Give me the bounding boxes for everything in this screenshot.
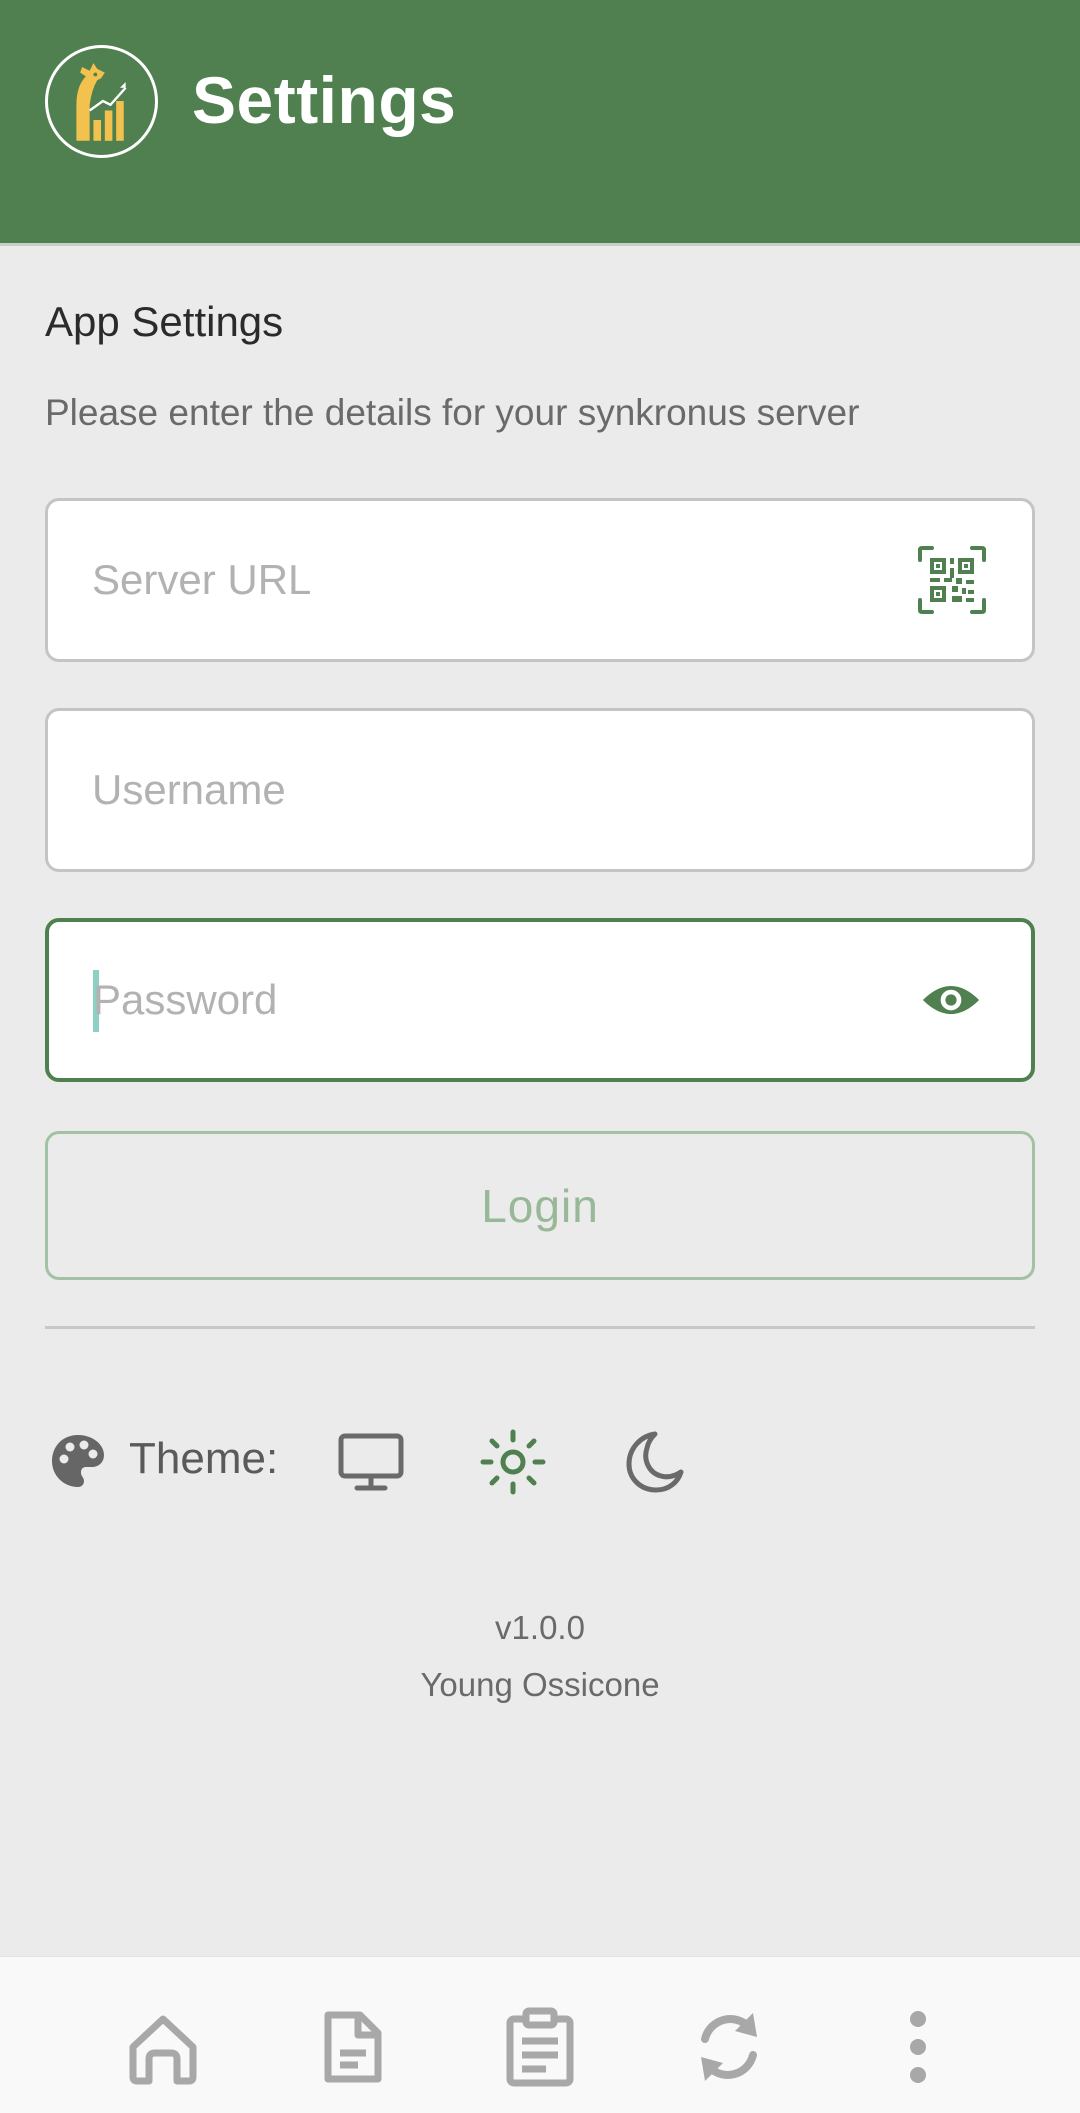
- divider: [45, 1326, 1035, 1329]
- settings-screen: Settings App Settings Please enter the d…: [0, 0, 1080, 2113]
- nav-clipboard-icon[interactable]: [498, 2005, 582, 2089]
- palette-icon: [52, 1435, 104, 1487]
- bottom-navigation: [0, 1956, 1080, 2113]
- login-button[interactable]: Login: [45, 1131, 1035, 1280]
- giraffe-chart-logo-icon: [45, 45, 158, 158]
- theme-selector: Theme:: [45, 1422, 1035, 1502]
- nav-home-icon[interactable]: [121, 2005, 205, 2089]
- theme-system-monitor-icon[interactable]: [333, 1424, 409, 1500]
- password-field-container: [45, 918, 1035, 1082]
- release-name: Young Ossicone: [420, 1666, 660, 1703]
- qr-code-icon[interactable]: [916, 544, 988, 616]
- section-title: App Settings: [45, 298, 284, 345]
- theme-dark-moon-icon[interactable]: [615, 1424, 691, 1500]
- username-input[interactable]: [92, 711, 912, 869]
- server-url-input[interactable]: [92, 501, 912, 659]
- password-input[interactable]: [93, 922, 913, 1078]
- nav-document-icon[interactable]: [310, 2005, 394, 2089]
- app-version: v1.0.0: [495, 1609, 585, 1646]
- theme-label: Theme:: [129, 1434, 279, 1483]
- nav-more-vertical-icon[interactable]: [876, 2005, 960, 2089]
- nav-sync-icon[interactable]: [687, 2005, 771, 2089]
- server-url-field-container: [45, 498, 1035, 662]
- page-title: Settings: [192, 63, 457, 137]
- eye-icon[interactable]: [915, 964, 987, 1036]
- section-subtitle: Please enter the details for your synkro…: [45, 392, 860, 433]
- app-header: Settings: [0, 0, 1080, 246]
- theme-light-sun-icon[interactable]: [475, 1424, 551, 1500]
- username-field-container: [45, 708, 1035, 872]
